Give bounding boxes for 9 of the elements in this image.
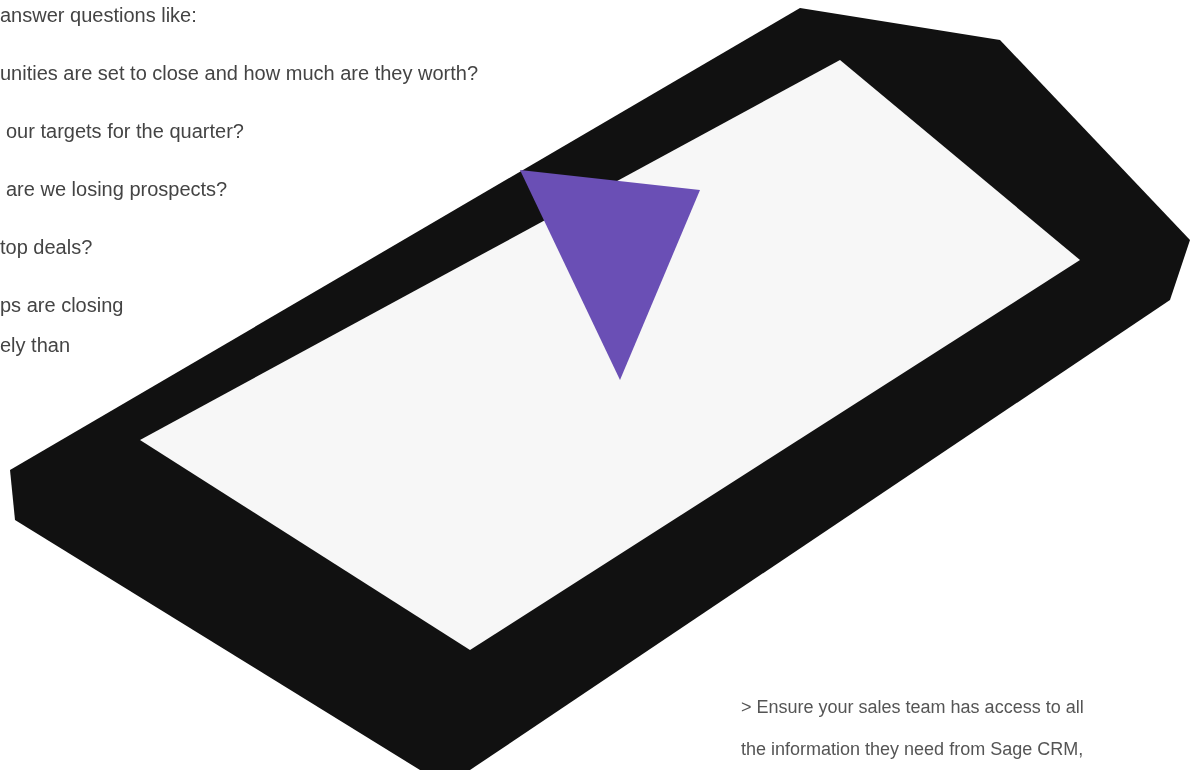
question-text: ps are closing xyxy=(0,293,124,318)
question-text: unities are set to close and how much are they worth? xyxy=(0,61,479,86)
question-text: our targets for the quarter? xyxy=(6,119,244,144)
question-text: top deals? xyxy=(0,235,93,260)
question-text: answer questions like: xyxy=(0,3,197,28)
note-text: > Ensure your sales team has access to all xyxy=(741,696,1084,719)
question-text: are we losing prospects? xyxy=(6,177,228,202)
question-text: ely than xyxy=(0,333,71,358)
note-text: the information they need from Sage CRM, xyxy=(741,738,1084,761)
